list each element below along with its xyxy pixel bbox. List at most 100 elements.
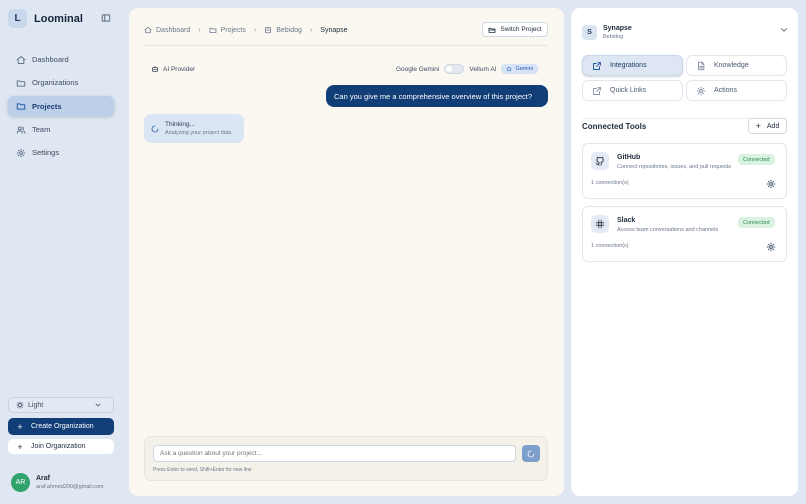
connected-tools-title: Connected Tools	[582, 122, 647, 131]
tool-description: Connect repositories, issues, and pull r…	[617, 164, 732, 170]
brand[interactable]: L Loominal	[8, 9, 83, 28]
switch-project-label: Switch Project	[500, 26, 542, 33]
chat-panel: Dashboard › Projects › Bebidog › Synapse…	[129, 8, 564, 496]
tab-label: Actions	[714, 87, 737, 94]
folder-icon	[16, 79, 26, 87]
folder-icon	[209, 27, 216, 33]
breadcrumb-organization[interactable]: Bebidog	[264, 26, 302, 34]
status-badge: Connected	[738, 154, 775, 165]
gear-icon[interactable]	[766, 242, 776, 252]
gear-icon	[16, 148, 26, 157]
sidebar-item-dashboard[interactable]: Dashboard	[8, 50, 114, 69]
chevron-right-icon: ›	[253, 26, 257, 34]
tool-connections: 1 connection(s)	[591, 180, 629, 186]
breadcrumb: Dashboard › Projects › Bebidog › Synapse	[144, 26, 348, 34]
tool-description: Access team conversations and channels	[617, 227, 719, 233]
message-composer: Press Enter to send, Shift+Enter for new…	[144, 436, 548, 481]
breadcrumb-label: Dashboard	[156, 26, 191, 34]
input-hint: Press Enter to send, Shift+Enter for new…	[153, 467, 252, 473]
user-name: Araf	[36, 475, 51, 482]
plus-icon: +	[17, 441, 23, 452]
provider-badge-label: Gemini	[515, 66, 533, 72]
sun-icon	[16, 401, 24, 409]
add-tool-button[interactable]: + Add	[748, 118, 787, 134]
tool-name: Slack	[617, 217, 636, 224]
user-message: Can you give me a comprehensive overview…	[326, 85, 548, 107]
sidebar-item-label: Settings	[32, 148, 60, 157]
tab-knowledge[interactable]: Knowledge	[686, 55, 787, 76]
bot-icon	[152, 65, 158, 72]
plus-icon: +	[17, 421, 23, 432]
send-button[interactable]	[522, 445, 540, 462]
project-name: Synapse	[603, 25, 632, 32]
tab-quick-links[interactable]: Quick Links	[582, 80, 683, 101]
breadcrumb-label: Projects	[220, 26, 246, 34]
user-profile[interactable]: AR Araf araf.ahmed200@gmail.com	[11, 473, 104, 492]
google-gemini-label: Google Gemini	[396, 65, 440, 73]
provider-toggle[interactable]	[444, 64, 465, 74]
chevron-right-icon: ›	[198, 26, 201, 34]
provider-badge: Gemini	[501, 64, 538, 74]
chat-input[interactable]	[153, 445, 516, 462]
folder-open-icon	[489, 27, 496, 33]
bot-icon	[507, 66, 512, 72]
loading-spinner-icon	[151, 125, 159, 132]
github-icon	[591, 152, 609, 170]
chevron-down-icon[interactable]	[779, 25, 789, 35]
brand-name: Loominal	[34, 12, 83, 25]
breadcrumb-dashboard[interactable]: Dashboard	[144, 26, 190, 34]
tab-label: Knowledge	[714, 62, 749, 69]
user-email: araf.ahmed200@gmail.com	[36, 484, 104, 490]
sidebar-item-organizations[interactable]: Organizations	[8, 73, 114, 92]
sidebar-item-label: Team	[32, 125, 51, 134]
create-organization-button[interactable]: + Create Organization	[8, 418, 114, 435]
brand-logo: L	[8, 9, 27, 28]
tool-card-slack[interactable]: Slack Access team conversations and chan…	[582, 206, 787, 262]
loading-spinner-icon	[527, 450, 535, 457]
breadcrumb-label: Bebidog	[276, 26, 302, 34]
theme-select[interactable]: Light	[8, 397, 114, 413]
tab-label: Quick Links	[610, 87, 647, 94]
ai-provider-text: AI Provider	[163, 65, 196, 73]
assistant-thinking: Thinking... Analyzing your project data	[144, 114, 244, 143]
create-organization-label: Create Organization	[31, 423, 94, 430]
project-selector[interactable]: S Synapse Bebidog	[582, 25, 632, 40]
switch-project-button[interactable]: Switch Project	[482, 22, 548, 37]
breadcrumb-current: Synapse	[320, 27, 347, 34]
theme-label: Light	[28, 401, 44, 409]
slack-icon	[591, 215, 609, 233]
breadcrumb-projects[interactable]: Projects	[209, 26, 246, 34]
project-panel: S Synapse Bebidog Integrations Knowledge…	[571, 8, 798, 496]
users-icon	[16, 126, 26, 134]
sidebar-item-settings[interactable]: Settings	[8, 143, 114, 162]
document-icon	[698, 61, 705, 70]
join-organization-label: Join Organization	[31, 443, 86, 450]
tab-label: Integrations	[610, 62, 647, 69]
external-link-icon	[593, 61, 601, 70]
breadcrumb-label: Synapse	[320, 26, 348, 34]
status-badge: Connected	[738, 217, 775, 228]
building-icon	[265, 27, 272, 34]
project-organization: Bebidog	[603, 34, 624, 40]
home-icon	[144, 26, 152, 34]
gear-icon[interactable]	[766, 179, 776, 189]
external-link-icon	[593, 86, 601, 95]
chevron-down-icon	[95, 403, 101, 407]
sidebar-item-team[interactable]: Team	[8, 120, 114, 139]
join-organization-button[interactable]: + Join Organization	[8, 439, 114, 454]
tab-integrations[interactable]: Integrations	[582, 55, 683, 76]
tab-actions[interactable]: Actions	[686, 80, 787, 101]
sidebar-item-label: Dashboard	[32, 55, 69, 64]
home-icon	[16, 55, 26, 64]
sidebar-nav: Dashboard Organizations Projects Team Se…	[8, 50, 114, 166]
project-avatar: S	[582, 25, 597, 40]
chevron-right-icon: ›	[309, 26, 313, 34]
add-label: Add	[766, 122, 780, 130]
divider	[144, 45, 548, 46]
sidebar-collapse-icon[interactable]	[101, 13, 111, 23]
sidebar-item-projects[interactable]: Projects	[8, 96, 114, 116]
tool-card-github[interactable]: GitHub Connect repositories, issues, and…	[582, 143, 787, 199]
sidebar-item-label: Projects	[32, 101, 62, 111]
folder-icon	[16, 103, 26, 110]
tool-name: GitHub	[617, 154, 641, 161]
